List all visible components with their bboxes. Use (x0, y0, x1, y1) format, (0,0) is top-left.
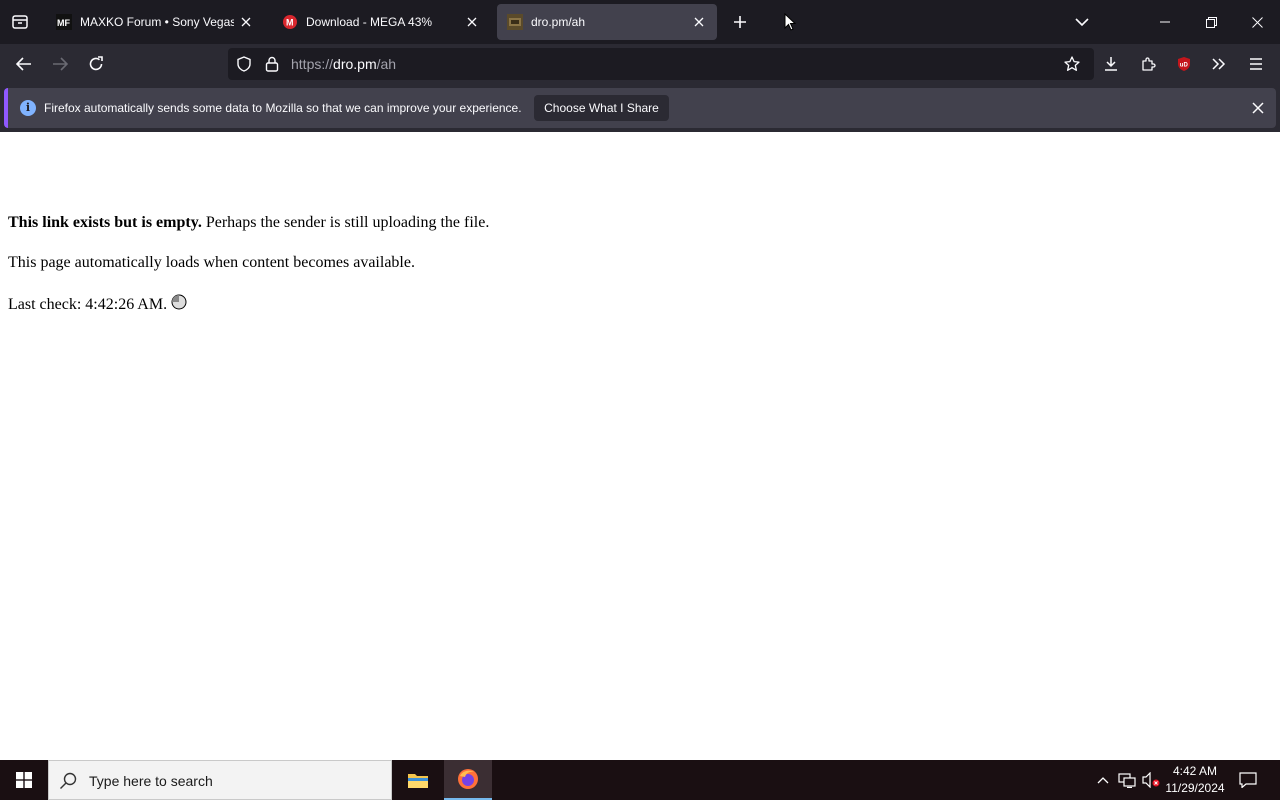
windows-logo-icon (16, 772, 32, 788)
tab-close-icon[interactable] (687, 10, 711, 34)
extensions-button[interactable] (1132, 48, 1164, 80)
firefox-logo-icon (458, 769, 478, 789)
page-content: This link exists but is empty. Perhaps t… (0, 132, 1280, 760)
loading-spinner-icon (171, 294, 187, 310)
windows-taskbar: Type here to search 4:42 AM 11/29/2024 (0, 760, 1280, 800)
empty-link-detail: Perhaps the sender is still uploading th… (201, 214, 490, 231)
network-icon (1118, 773, 1136, 788)
reload-icon (89, 56, 103, 71)
tracking-protection-shield-icon[interactable] (236, 56, 252, 72)
tab-title: dro.pm/ah (531, 15, 586, 29)
chevron-double-right-icon (1212, 58, 1226, 70)
empty-link-heading: This link exists but is empty. (8, 214, 202, 231)
list-all-tabs-button[interactable] (1068, 8, 1096, 36)
clock-time: 4:42 AM (1172, 764, 1218, 778)
minimize-icon (1160, 21, 1170, 23)
network-tray-button[interactable] (1116, 760, 1138, 800)
bookmark-star-icon[interactable] (1064, 56, 1080, 72)
taskbar-search-box[interactable]: Type here to search (48, 760, 392, 800)
puzzle-piece-icon (1142, 57, 1156, 71)
choose-what-i-share-button[interactable]: Choose What I Share (534, 95, 669, 121)
taskbar-clock[interactable]: 4:42 AM 11/29/2024 (1160, 763, 1230, 797)
clock-date: 11/29/2024 (1165, 781, 1225, 795)
url-host: dro.pm (333, 56, 377, 72)
start-button[interactable] (0, 760, 48, 800)
tab-title: MAXKO Forum • Sony Vegas Pro (80, 15, 234, 29)
url-scheme: https:// (291, 56, 334, 72)
ublock-origin-button[interactable]: uD (1168, 48, 1200, 80)
ublock-shield-icon: uD (1178, 57, 1190, 71)
action-center-button[interactable] (1234, 760, 1262, 800)
firefox-view-icon (12, 15, 28, 29)
svg-text:M: M (286, 18, 294, 28)
chevron-down-icon (1075, 18, 1089, 27)
file-explorer-taskbar-button[interactable] (394, 760, 442, 800)
maxko-favicon-icon: MF (56, 14, 72, 30)
folder-icon (408, 774, 428, 788)
volume-tray-button[interactable] (1140, 760, 1162, 800)
forward-button[interactable] (44, 48, 76, 80)
search-placeholder: Type here to search (89, 773, 213, 789)
arrow-right-icon (53, 57, 68, 71)
download-icon (1105, 57, 1117, 71)
data-collection-notification: i Firefox automatically sends some data … (4, 88, 1276, 128)
tab-close-icon[interactable] (460, 10, 484, 34)
url-bar[interactable]: https://dro.pm/ah (228, 48, 1094, 80)
svg-text:MF: MF (57, 18, 70, 28)
notification-message: Firefox automatically sends some data to… (44, 101, 522, 115)
url-path: /ah (376, 56, 397, 72)
mouse-cursor-icon (784, 12, 797, 36)
info-icon: i (20, 100, 36, 116)
more-tools-button[interactable] (1203, 48, 1235, 80)
app-menu-button[interactable] (1240, 48, 1272, 80)
lock-icon[interactable] (264, 56, 280, 72)
mega-favicon-icon: M (282, 14, 298, 30)
dro-favicon-icon (507, 14, 523, 30)
last-check-line: Last check: 4:42:26 AM. (8, 294, 187, 314)
notification-close-icon[interactable] (1246, 96, 1270, 120)
close-icon (1251, 16, 1263, 28)
navigation-toolbar: https://dro.pm/ah uD (0, 44, 1280, 84)
tab-maxko-forum[interactable]: MF MAXKO Forum • Sony Vegas Pro (46, 4, 264, 40)
auto-load-message: This page automatically loads when conte… (8, 254, 415, 271)
notification-icon (1239, 772, 1257, 788)
url-text[interactable]: https://dro.pm/ah (291, 48, 396, 80)
arrow-left-icon (16, 57, 31, 71)
hamburger-menu-icon (1250, 58, 1262, 70)
new-tab-button[interactable] (726, 8, 754, 36)
plus-icon (734, 16, 746, 28)
minimize-button[interactable] (1142, 0, 1188, 44)
search-icon (59, 772, 77, 795)
reload-button[interactable] (80, 48, 112, 80)
tab-mega-download[interactable]: M Download - MEGA 43% (272, 4, 490, 40)
close-window-button[interactable] (1234, 0, 1280, 44)
restore-icon (1205, 16, 1217, 28)
tab-title: Download - MEGA 43% (306, 15, 433, 29)
show-hidden-icons-button[interactable] (1094, 760, 1112, 800)
restore-button[interactable] (1188, 0, 1234, 44)
empty-link-message: This link exists but is empty. Perhaps t… (8, 214, 489, 232)
firefox-taskbar-button[interactable] (444, 760, 492, 800)
notification-area: i Firefox automatically sends some data … (0, 84, 1280, 132)
tab-strip: MF MAXKO Forum • Sony Vegas Pro M Downlo… (0, 0, 1280, 44)
volume-muted-icon (1142, 772, 1160, 788)
tab-dro-pm[interactable]: dro.pm/ah (497, 4, 717, 40)
last-check-text: Last check: 4:42:26 AM. (8, 296, 168, 313)
chevron-up-icon (1097, 777, 1109, 784)
back-button[interactable] (8, 48, 40, 80)
svg-text:uD: uD (1180, 63, 1189, 69)
downloads-button[interactable] (1095, 48, 1127, 80)
firefox-view-button[interactable] (0, 0, 40, 44)
tab-close-icon[interactable] (234, 10, 258, 34)
